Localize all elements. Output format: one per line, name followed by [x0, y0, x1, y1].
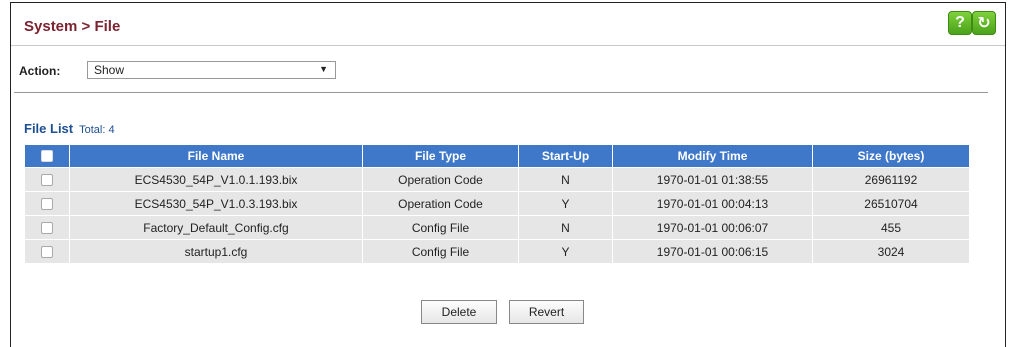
row-checkbox[interactable] — [41, 221, 53, 234]
file-table: File Name File Type Start-Up Modify Time… — [24, 144, 970, 264]
select-all-checkbox[interactable] — [41, 150, 53, 162]
file-name-cell: startup1.cfg — [69, 239, 363, 264]
file-name-cell: Factory_Default_Config.cfg — [69, 215, 363, 240]
size-cell: 455 — [812, 215, 970, 240]
start-up-cell: Y — [518, 191, 613, 216]
file-type-cell: Operation Code — [362, 167, 519, 192]
modify-time-cell: 1970-01-01 01:38:55 — [612, 167, 813, 192]
refresh-icon[interactable]: ↻ — [972, 11, 996, 35]
divider — [14, 92, 988, 93]
column-header-start-up: Start-Up — [518, 144, 613, 168]
file-type-cell: Config File — [362, 215, 519, 240]
help-icon[interactable]: ? — [948, 11, 972, 35]
start-up-cell: N — [518, 215, 613, 240]
file-type-cell: Operation Code — [362, 191, 519, 216]
table-header-row: File Name File Type Start-Up Modify Time… — [24, 144, 970, 168]
row-checkbox[interactable] — [41, 197, 53, 210]
file-type-cell: Config File — [362, 239, 519, 264]
row-select-cell[interactable] — [24, 167, 70, 192]
column-header-size: Size (bytes) — [812, 144, 970, 168]
row-checkbox[interactable] — [41, 173, 53, 186]
start-up-cell: N — [518, 167, 613, 192]
action-select-value: Show — [94, 63, 125, 77]
select-all-header[interactable] — [24, 144, 70, 168]
modify-time-cell: 1970-01-01 00:06:15 — [612, 239, 813, 264]
row-select-cell[interactable] — [24, 239, 70, 264]
modify-time-cell: 1970-01-01 00:06:07 — [612, 215, 813, 240]
column-header-file-name: File Name — [69, 144, 363, 168]
file-list-heading: File List Total: 4 — [24, 121, 115, 136]
column-header-modify-time: Modify Time — [612, 144, 813, 168]
page-title: System > File — [24, 18, 121, 35]
modify-time-cell: 1970-01-01 00:04:13 — [612, 191, 813, 216]
delete-button[interactable]: Delete — [421, 300, 497, 324]
action-label: Action: — [19, 64, 61, 78]
row-checkbox[interactable] — [41, 245, 53, 258]
page-header: System > File ? ↻ — [11, 3, 1005, 46]
size-cell: 3024 — [812, 239, 970, 264]
row-select-cell[interactable] — [24, 215, 70, 240]
row-select-cell[interactable] — [24, 191, 70, 216]
size-cell: 26510704 — [812, 191, 970, 216]
action-select[interactable]: Show ▼ — [87, 61, 336, 79]
chevron-down-icon: ▼ — [319, 64, 328, 74]
file-name-cell: ECS4530_54P_V1.0.1.193.bix — [69, 167, 363, 192]
revert-button[interactable]: Revert — [509, 300, 584, 324]
file-list-total: Total: 4 — [79, 124, 115, 136]
start-up-cell: Y — [518, 239, 613, 264]
file-name-cell: ECS4530_54P_V1.0.3.193.bix — [69, 191, 363, 216]
table-row: ECS4530_54P_V1.0.1.193.bix Operation Cod… — [24, 167, 970, 192]
column-header-file-type: File Type — [362, 144, 519, 168]
table-row: startup1.cfg Config File Y 1970-01-01 00… — [24, 239, 970, 264]
table-row: ECS4530_54P_V1.0.3.193.bix Operation Cod… — [24, 191, 970, 216]
file-list-title: File List — [24, 121, 74, 136]
size-cell: 26961192 — [812, 167, 970, 192]
table-row: Factory_Default_Config.cfg Config File N… — [24, 215, 970, 240]
